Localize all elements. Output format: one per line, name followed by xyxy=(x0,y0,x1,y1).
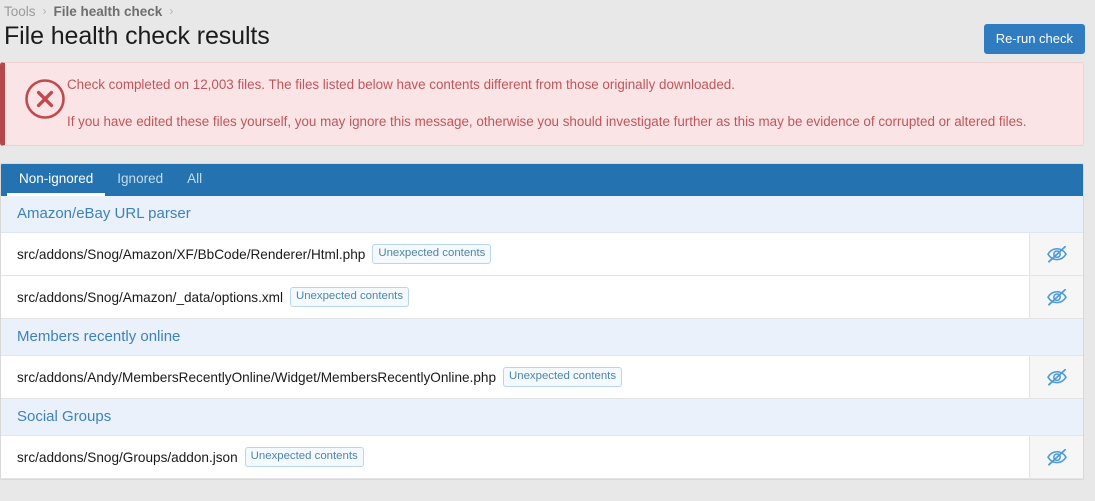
eye-slash-icon xyxy=(1046,286,1068,308)
file-row-main: src/addons/Andy/MembersRecentlyOnline/Wi… xyxy=(1,356,1029,398)
results-card: Non-ignored Ignored All Amazon/eBay URL … xyxy=(0,163,1084,480)
page-title: File health check results xyxy=(4,22,270,51)
group-header-social-groups: Social Groups xyxy=(1,399,1083,436)
table-row: src/addons/Snog/Amazon/_data/options.xml… xyxy=(1,276,1083,319)
breadcrumb-item-file-health-check[interactable]: File health check xyxy=(54,4,163,19)
file-row-main: src/addons/Snog/Amazon/_data/options.xml… xyxy=(1,276,1029,318)
ignore-file-button[interactable] xyxy=(1029,276,1083,318)
group-header-members-recently-online: Members recently online xyxy=(1,319,1083,356)
page-root: Tools › File health check › File health … xyxy=(0,0,1095,501)
tab-non-ignored[interactable]: Non-ignored xyxy=(7,164,105,196)
eye-slash-icon xyxy=(1046,243,1068,265)
eye-slash-icon xyxy=(1046,446,1068,468)
breadcrumb-separator-icon: › xyxy=(169,4,173,18)
status-badge: Unexpected contents xyxy=(503,367,622,387)
file-path: src/addons/Snog/Amazon/_data/options.xml xyxy=(17,290,283,305)
error-alert-line-1: Check completed on 12,003 files. The fil… xyxy=(67,75,1069,94)
rerun-check-button[interactable]: Re-run check xyxy=(984,24,1085,54)
file-row-main: src/addons/Snog/Groups/addon.json Unexpe… xyxy=(1,436,1029,478)
error-alert: Check completed on 12,003 files. The fil… xyxy=(0,62,1084,146)
file-path: src/addons/Andy/MembersRecentlyOnline/Wi… xyxy=(17,370,496,385)
eye-slash-icon xyxy=(1046,366,1068,388)
table-row: src/addons/Andy/MembersRecentlyOnline/Wi… xyxy=(1,356,1083,399)
error-alert-line-2: If you have edited these files yourself,… xyxy=(67,112,1069,131)
error-circle-x-icon xyxy=(22,76,68,122)
file-row-main: src/addons/Snog/Amazon/XF/BbCode/Rendere… xyxy=(1,233,1029,275)
tab-all[interactable]: All xyxy=(175,164,214,196)
group-header-amazon-ebay-url-parser: Amazon/eBay URL parser xyxy=(1,196,1083,233)
status-badge: Unexpected contents xyxy=(290,287,409,307)
ignore-file-button[interactable] xyxy=(1029,356,1083,398)
file-path: src/addons/Snog/Groups/addon.json xyxy=(17,450,238,465)
ignore-file-button[interactable] xyxy=(1029,233,1083,275)
status-badge: Unexpected contents xyxy=(245,447,364,467)
status-badge: Unexpected contents xyxy=(372,244,491,264)
ignore-file-button[interactable] xyxy=(1029,436,1083,478)
table-row: src/addons/Snog/Groups/addon.json Unexpe… xyxy=(1,436,1083,479)
table-row: src/addons/Snog/Amazon/XF/BbCode/Rendere… xyxy=(1,233,1083,276)
breadcrumb: Tools › File health check › xyxy=(0,0,1095,20)
error-alert-text: Check completed on 12,003 files. The fil… xyxy=(67,75,1069,131)
results-tab-bar: Non-ignored Ignored All xyxy=(1,164,1083,196)
file-path: src/addons/Snog/Amazon/XF/BbCode/Rendere… xyxy=(17,247,365,262)
tab-ignored[interactable]: Ignored xyxy=(105,164,175,196)
breadcrumb-separator-icon: › xyxy=(43,4,47,18)
breadcrumb-item-tools[interactable]: Tools xyxy=(4,4,36,19)
title-row: File health check results Re-run check xyxy=(0,20,1095,62)
